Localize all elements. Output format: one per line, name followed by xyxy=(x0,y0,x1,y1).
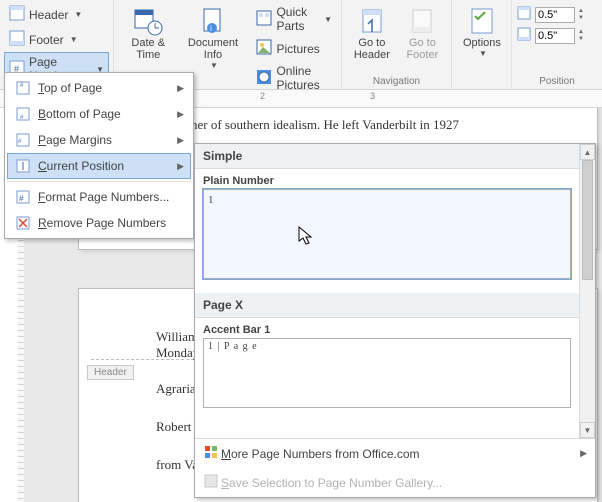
format-page-numbers-icon: # xyxy=(14,189,32,205)
gallery-item-label: Plain Number xyxy=(203,173,571,189)
chevron-down-icon: ▼ xyxy=(70,35,78,44)
remove-page-numbers-icon xyxy=(14,215,32,231)
more-label: ore Page Numbers from Office.com xyxy=(231,447,420,461)
document-info-icon: i xyxy=(197,5,229,37)
chevron-right-icon: ▶ xyxy=(177,161,184,172)
save-selection-button: Save Selection to Page Number Gallery... xyxy=(195,468,595,497)
spinner-buttons[interactable]: ▲▼ xyxy=(578,29,584,43)
date-time-label: Date & Time xyxy=(125,37,172,61)
gallery-section-simple: Simple xyxy=(195,144,579,169)
footer-icon xyxy=(9,30,25,49)
scroll-up-button[interactable]: ▲ xyxy=(580,144,595,160)
top-of-page-icon: # xyxy=(14,80,32,96)
menu-item-top-of-page[interactable]: # Top of Page ▶ xyxy=(7,75,191,101)
ruler-mark: 3 xyxy=(370,91,375,101)
spinner-buttons[interactable]: ▲▼ xyxy=(578,8,584,22)
header-label: Header xyxy=(29,8,68,22)
document-info-label: Document Info xyxy=(186,37,241,61)
page-number-menu: # Top of Page ▶ # Bottom of Page ▶ # Pag… xyxy=(4,72,194,239)
header-position-icon xyxy=(516,5,532,24)
gallery-preview-text: 1 | P a g e xyxy=(208,341,258,352)
bottom-of-page-icon: # xyxy=(14,106,32,122)
chevron-down-icon: ▼ xyxy=(324,15,332,24)
group-label xyxy=(452,74,511,89)
gallery-item-accent-bar-1[interactable]: 1 | P a g e xyxy=(203,338,571,408)
options-icon xyxy=(466,5,498,37)
footer-label: Footer xyxy=(29,33,64,47)
scroll-thumb[interactable] xyxy=(582,160,593,280)
menu-item-format-page-numbers[interactable]: # Format Page Numbers... xyxy=(7,184,191,210)
menu-label: ottom of Page xyxy=(46,107,121,121)
quick-parts-label: Quick Parts xyxy=(276,5,318,33)
save-label: ave Selection to Page Number Gallery... xyxy=(229,476,442,490)
header-tag: Header xyxy=(87,365,134,380)
chevron-right-icon: ▶ xyxy=(177,83,184,94)
scroll-down-button[interactable]: ▼ xyxy=(580,422,595,438)
menu-item-remove-page-numbers[interactable]: Remove Page Numbers xyxy=(7,210,191,236)
gallery-scrollbar[interactable]: ▲ ▼ xyxy=(579,144,595,438)
footer-dropdown[interactable]: Footer ▼ xyxy=(4,27,109,52)
goto-header-icon xyxy=(356,5,388,37)
goto-header-button[interactable]: Go to Header xyxy=(346,2,398,64)
goto-footer-button: Go to Footer xyxy=(398,2,447,64)
menu-label: urrent Position xyxy=(47,159,124,173)
position-group-label: Position xyxy=(512,74,602,89)
calendar-clock-icon xyxy=(132,5,164,37)
goto-footer-icon xyxy=(406,5,438,37)
chevron-right-icon: ▶ xyxy=(580,448,587,459)
current-position-icon xyxy=(14,158,32,174)
ruler-mark: 2 xyxy=(260,91,265,101)
chevron-down-icon: ▼ xyxy=(74,10,82,19)
office-icon xyxy=(203,444,221,463)
header-icon xyxy=(9,5,25,24)
online-picture-icon xyxy=(256,69,272,88)
goto-footer-label: Go to Footer xyxy=(405,37,440,61)
menu-item-current-position[interactable]: Current Position ▶ xyxy=(7,153,191,179)
header-position-input[interactable] xyxy=(535,7,575,23)
navigation-group-label: Navigation xyxy=(342,74,451,89)
page-margins-icon: # xyxy=(14,132,32,148)
menu-item-bottom-of-page[interactable]: # Bottom of Page ▶ xyxy=(7,101,191,127)
menu-label: emove Page Numbers xyxy=(47,216,166,230)
page-number-gallery: ▲ ▼ Simple Plain Number 1 Page X Accent … xyxy=(194,143,596,498)
gallery-section-pagex: Page X xyxy=(195,293,579,318)
chevron-down-icon: ▼ xyxy=(479,49,487,58)
menu-item-page-margins[interactable]: # Page Margins ▶ xyxy=(7,127,191,153)
svg-text:#: # xyxy=(19,194,24,203)
goto-header-label: Go to Header xyxy=(353,37,391,61)
menu-label: age Margins xyxy=(46,133,112,147)
date-time-button[interactable]: Date & Time xyxy=(118,2,179,64)
gallery-item-plain-number[interactable]: 1 xyxy=(203,189,571,279)
more-page-numbers-button[interactable]: More Page Numbers from Office.com ▶ xyxy=(195,439,595,468)
menu-label: op of Page xyxy=(44,81,102,95)
chevron-right-icon: ▶ xyxy=(177,109,184,120)
save-icon xyxy=(203,473,221,492)
online-pictures-label: Online Pictures xyxy=(276,64,332,92)
quick-parts-button[interactable]: Quick Parts ▼ xyxy=(251,2,337,36)
pictures-label: Pictures xyxy=(276,42,319,56)
options-button[interactable]: Options ▼ xyxy=(456,2,508,61)
chevron-right-icon: ▶ xyxy=(177,135,184,146)
menu-label: ormat Page Numbers... xyxy=(45,190,169,204)
picture-icon xyxy=(256,39,272,58)
svg-text:i: i xyxy=(210,24,212,33)
pictures-button[interactable]: Pictures xyxy=(251,36,337,61)
options-label: Options xyxy=(463,37,501,49)
quick-parts-icon xyxy=(256,10,272,29)
gallery-preview-text: 1 xyxy=(208,194,214,206)
footer-position-icon xyxy=(516,26,532,45)
gallery-item-label: Accent Bar 1 xyxy=(203,322,571,338)
header-dropdown[interactable]: Header ▼ xyxy=(4,2,109,27)
footer-position-input[interactable] xyxy=(535,28,575,44)
chevron-down-icon: ▼ xyxy=(210,61,218,70)
document-info-button[interactable]: i Document Info ▼ xyxy=(179,2,248,73)
